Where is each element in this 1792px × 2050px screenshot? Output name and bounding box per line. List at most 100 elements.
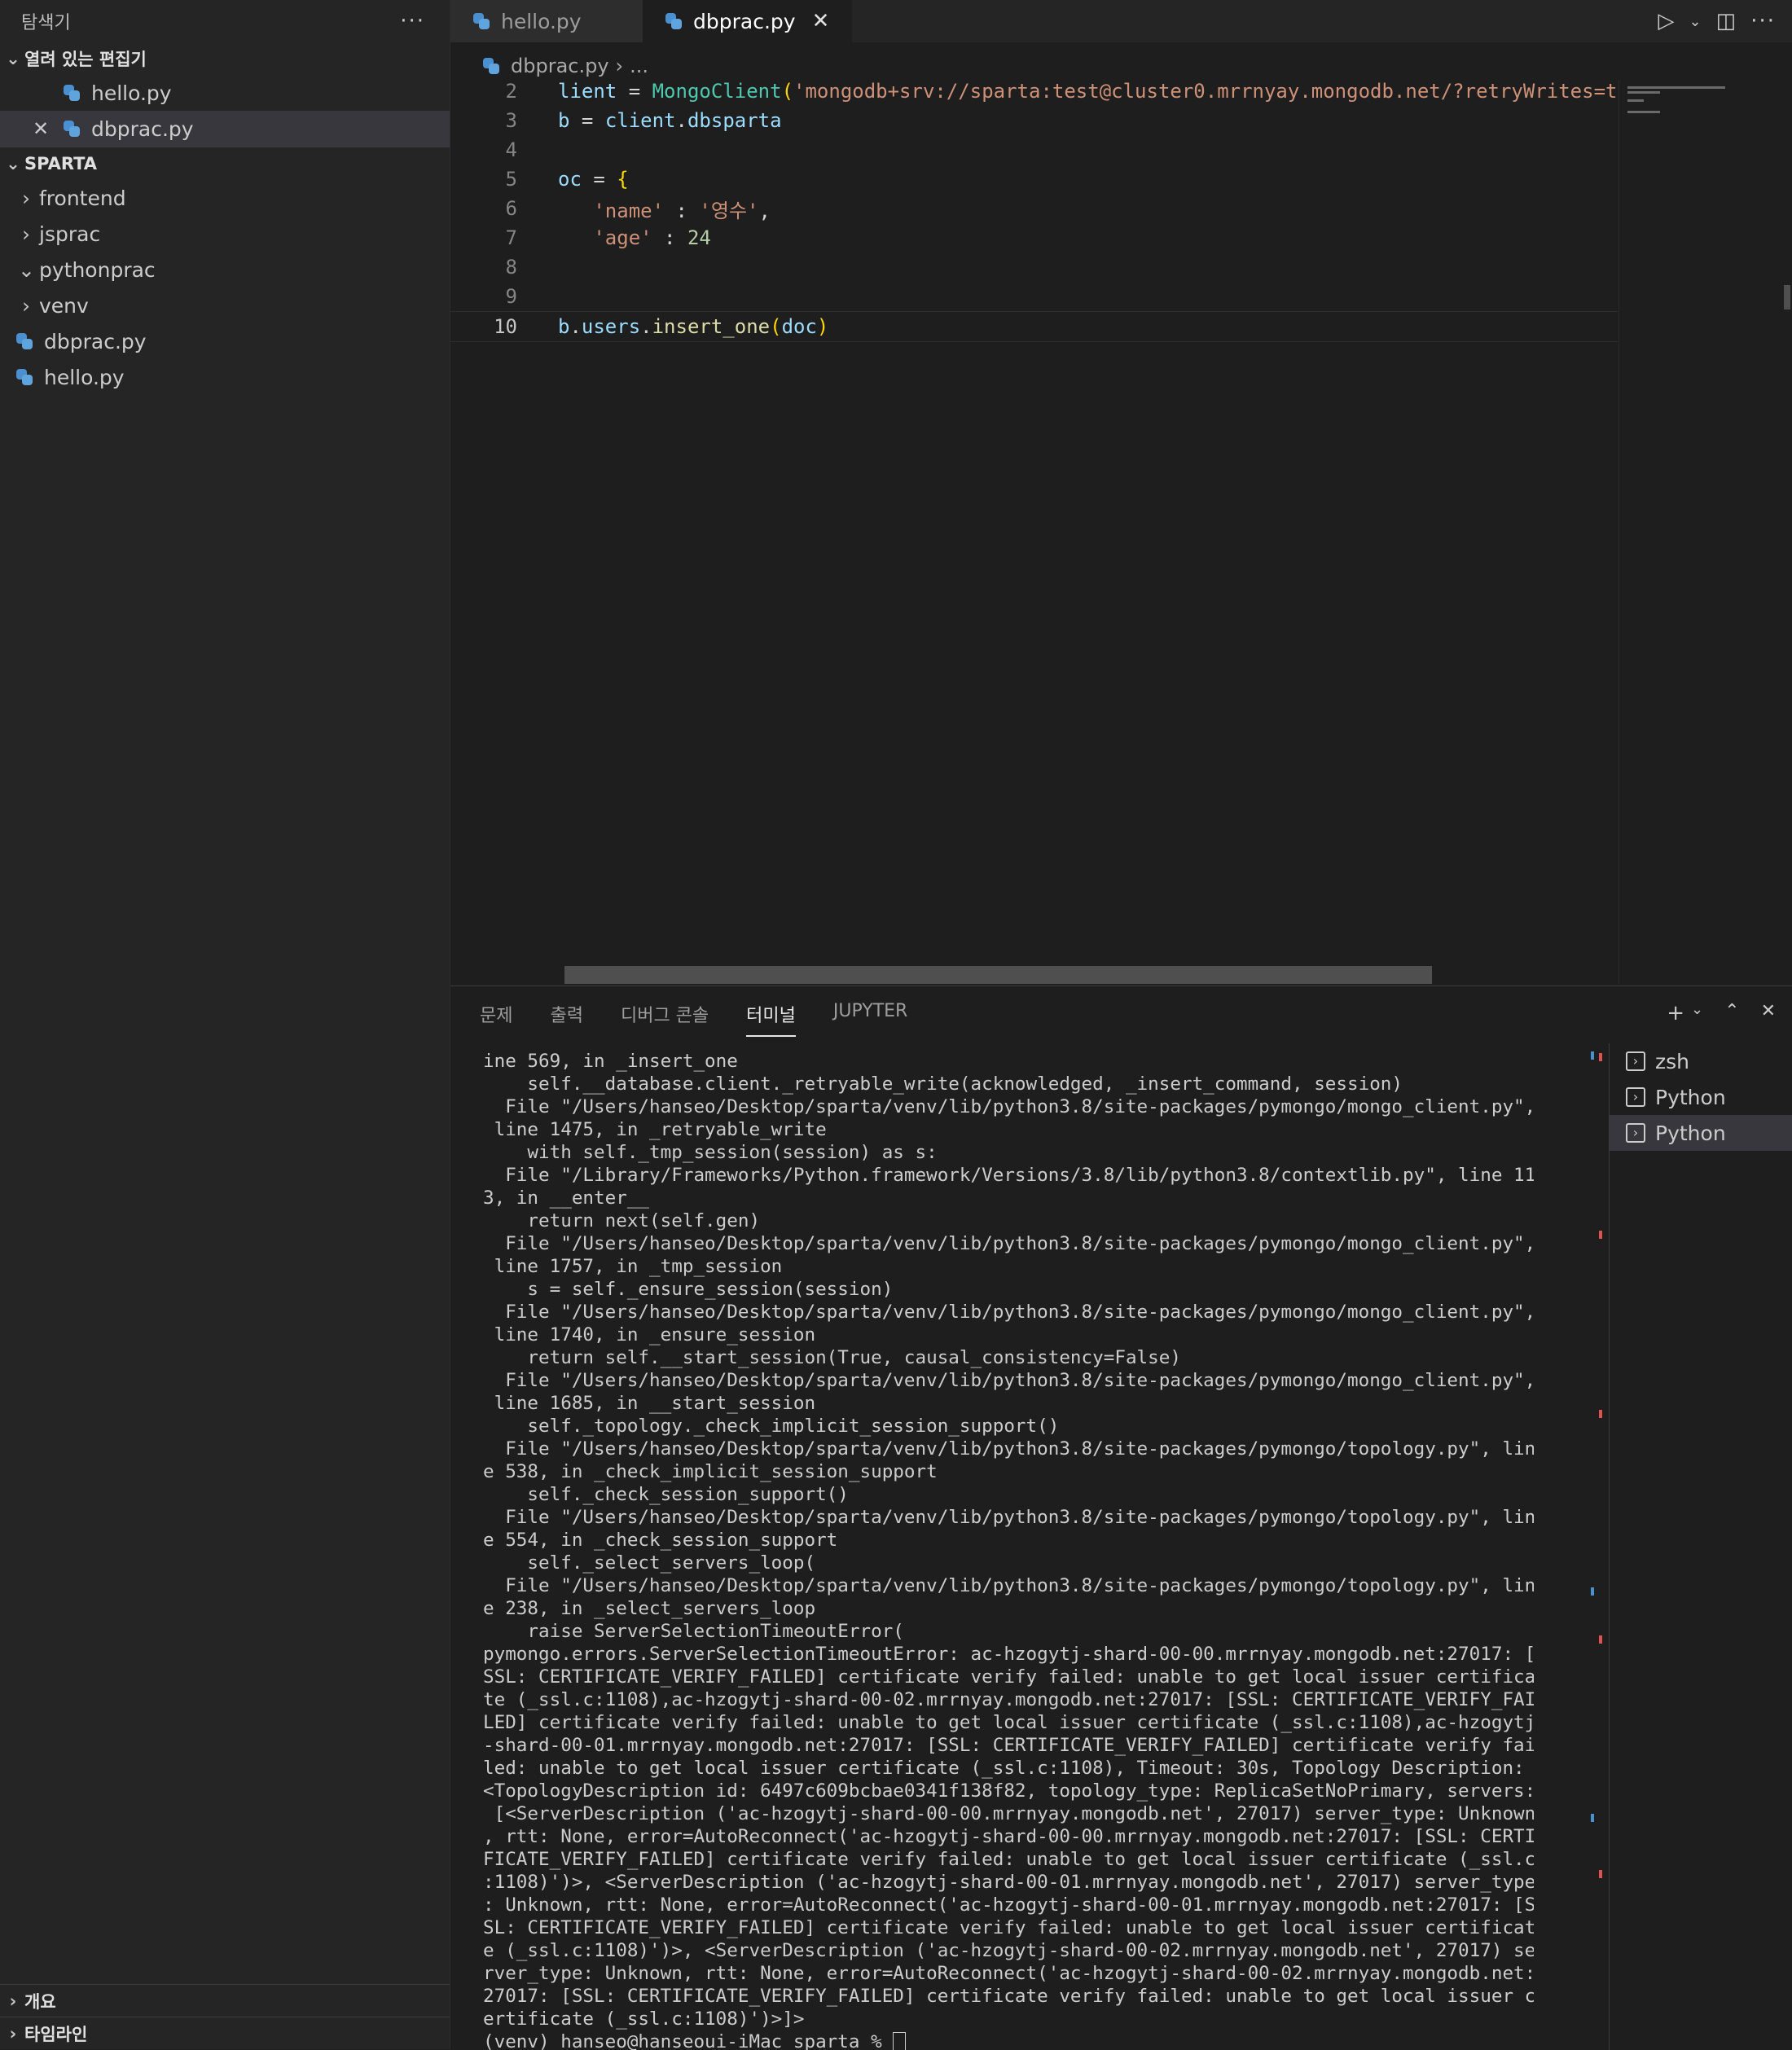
scroll-marker	[1599, 1410, 1602, 1418]
python-file-icon	[16, 333, 33, 349]
line-number: 3	[450, 109, 517, 132]
tree-label: hello.py	[44, 366, 125, 389]
chevron-right-icon: ›	[18, 294, 34, 318]
code-editor[interactable]: 2lient = MongoClient('mongodb+srv://spar…	[450, 80, 1618, 984]
chevron-down-icon: ⌄	[5, 154, 21, 173]
close-tab-icon[interactable]: ✕	[812, 9, 830, 33]
timeline-section[interactable]: › 타임라인	[0, 2017, 450, 2049]
code-text: lient = MongoClient('mongodb+srv://spart…	[558, 80, 1617, 103]
tree-file-dbprac[interactable]: dbprac.py	[0, 323, 450, 359]
code-token: .	[676, 109, 687, 132]
chevron-right-icon: ›	[5, 1991, 21, 2011]
breadcrumb-rest[interactable]: ...	[630, 55, 648, 77]
scroll-marker	[1599, 1231, 1602, 1239]
terminal-line: return self.__start_session(True, causal…	[483, 1346, 1534, 1369]
panel-tab[interactable]: 디버그 콘솔	[621, 1001, 709, 1037]
editor-actions: ▷ ⌄ ◫ ···	[1658, 0, 1776, 42]
code-text: b = client.dbsparta	[558, 109, 782, 132]
outline-section[interactable]: › 개요	[0, 1984, 450, 2017]
code-line[interactable]: 3 b = client.dbsparta	[450, 106, 1618, 135]
terminal-line: line 1475, in _retryable_write	[483, 1118, 1534, 1141]
code-line[interactable]: 5oc = {	[450, 165, 1618, 194]
terminal-line: line 1685, in __start_session	[483, 1392, 1534, 1415]
open-editors-section[interactable]: ⌄ 열려 있는 편집기	[0, 42, 450, 75]
terminal-line: line 1757, in _tmp_session	[483, 1255, 1534, 1278]
terminal-line: File "/Users/hanseo/Desktop/sparta/venv/…	[483, 1438, 1534, 1460]
code-token: b	[558, 315, 569, 338]
chevron-down-icon[interactable]: ⌄	[1689, 13, 1702, 30]
scroll-marker	[1591, 1587, 1594, 1596]
terminal-item-python[interactable]: › Python	[1610, 1079, 1792, 1115]
code-line[interactable]: 8	[450, 252, 1618, 282]
code-token: insert_one	[652, 315, 771, 338]
tree-folder-pythonprac[interactable]: ⌄ pythonprac	[0, 252, 450, 288]
code-text: oc = {	[558, 168, 629, 191]
scroll-marker	[1599, 1870, 1602, 1878]
panel-tab[interactable]: JUPYTER	[833, 1001, 907, 1037]
terminal-line: return next(self.gen)	[483, 1209, 1534, 1232]
chevron-down-icon[interactable]: ⌄	[1691, 1001, 1703, 1025]
code-token: =	[569, 109, 604, 132]
editor-tab-bar: hello.py dbprac.py ✕ ▷ ⌄ ◫ ···	[450, 0, 1792, 42]
tab-label: hello.py	[501, 10, 582, 33]
close-icon[interactable]: ✕	[33, 117, 49, 140]
tree-file-hello[interactable]: hello.py	[0, 359, 450, 395]
breadcrumb: dbprac.py › ...	[450, 52, 648, 80]
code-token: 'name'	[593, 200, 664, 222]
terminal-item-python-active[interactable]: › Python	[1610, 1115, 1792, 1151]
maximize-panel-icon[interactable]: ⌃	[1724, 1001, 1739, 1025]
code-line[interactable]: 7 'age' : 24	[450, 223, 1618, 252]
tab-label: dbprac.py	[693, 10, 796, 33]
open-editor-item[interactable]: hello.py	[0, 75, 450, 111]
code-line[interactable]: 4	[450, 135, 1618, 165]
python-file-icon	[16, 369, 33, 385]
code-token: .	[569, 315, 581, 338]
tree-folder-venv[interactable]: › venv	[0, 288, 450, 323]
terminal-line: [<ServerDescription ('ac-hzogytj-shard-0…	[483, 1802, 1534, 1825]
terminal-line: rver_type: Unknown, rtt: None, error=Aut…	[483, 1962, 1534, 1985]
add-terminal-icon[interactable]: +	[1667, 1001, 1684, 1025]
more-actions-icon[interactable]: ···	[400, 9, 425, 33]
terminal-line: e 238, in _select_servers_loop	[483, 1597, 1534, 1620]
terminal-item-zsh[interactable]: › zsh	[1610, 1043, 1792, 1079]
code-token: 'mongodb+srv://sparta:test@cluster0.mrrn…	[793, 80, 1617, 103]
code-token: lient	[558, 80, 617, 103]
code-token: users	[582, 315, 640, 338]
terminal-line: File "/Users/hanseo/Desktop/sparta/venv/…	[483, 1369, 1534, 1392]
terminal-line: ertificate (_ssl.c:1108)')>]>	[483, 2008, 1534, 2030]
project-section[interactable]: ⌄ SPARTA	[0, 147, 450, 180]
terminal-output[interactable]: ine 569, in _insert_one self.__database.…	[483, 1050, 1534, 2050]
panel-tab[interactable]: 출력	[550, 1001, 582, 1037]
run-icon[interactable]: ▷	[1658, 9, 1675, 33]
split-editor-icon[interactable]: ◫	[1716, 9, 1737, 33]
line-number: 6	[450, 197, 517, 220]
tab-hello[interactable]: hello.py	[450, 0, 643, 42]
scroll-marker	[1599, 1053, 1602, 1061]
code-line[interactable]: 10b.users.insert_one(doc)	[450, 311, 1618, 342]
breadcrumb-file[interactable]: dbprac.py	[511, 55, 609, 77]
terminal-line: self._check_session_support()	[483, 1483, 1534, 1506]
tree-folder-jsprac[interactable]: › jsprac	[0, 216, 450, 252]
terminal-prompt[interactable]: (venv) hanseo@hanseoui-iMac sparta %	[483, 2030, 1534, 2050]
minimap[interactable]	[1619, 80, 1792, 984]
tree-label: frontend	[39, 187, 126, 210]
line-number: 10	[450, 315, 517, 338]
code-token	[558, 200, 593, 222]
open-editor-item-active[interactable]: ✕ dbprac.py	[0, 111, 450, 147]
code-line[interactable]: 2lient = MongoClient('mongodb+srv://spar…	[450, 80, 1618, 106]
more-actions-icon[interactable]: ···	[1750, 9, 1776, 33]
code-token: MongoClient	[652, 80, 782, 103]
code-line[interactable]: 9	[450, 282, 1618, 311]
terminal-line: ine 569, in _insert_one	[483, 1050, 1534, 1073]
tab-dbprac[interactable]: dbprac.py ✕	[643, 0, 852, 42]
horizontal-scrollbar[interactable]	[564, 966, 1432, 984]
terminal-line: , rtt: None, error=AutoReconnect('ac-hzo…	[483, 1825, 1534, 1848]
panel-tab[interactable]: 터미널	[746, 1001, 796, 1037]
code-line[interactable]: 6 'name' : '영수',	[450, 194, 1618, 223]
tree-label: pythonprac	[39, 258, 156, 282]
close-panel-icon[interactable]: ✕	[1761, 1001, 1776, 1025]
terminal-line: : Unknown, rtt: None, error=AutoReconnec…	[483, 1894, 1534, 1916]
panel-tab[interactable]: 문제	[480, 1001, 512, 1037]
tree-folder-frontend[interactable]: › frontend	[0, 180, 450, 216]
vertical-scrollbar[interactable]	[1784, 285, 1790, 309]
